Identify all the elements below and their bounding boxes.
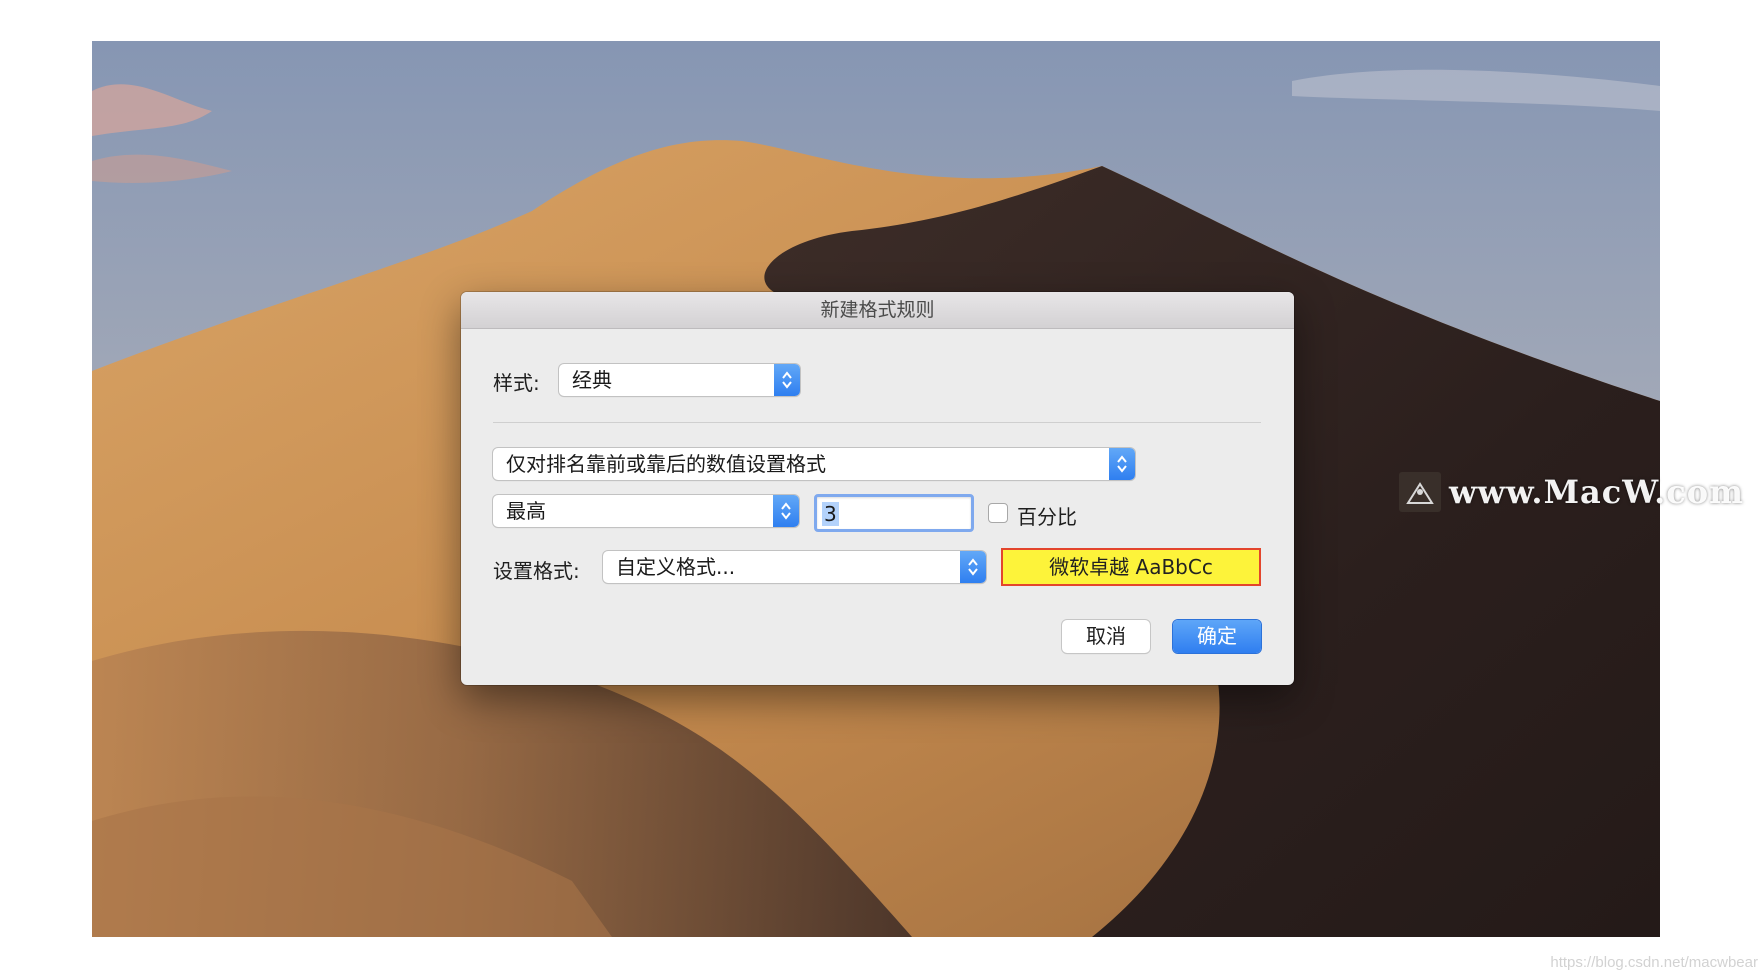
format-popup-value: 自定义格式... [616, 555, 736, 579]
rank-popup[interactable]: 最高 [493, 495, 799, 527]
new-format-rule-dialog: 新建格式规则 样式: 经典 仅对排名靠前或靠后的数值设置格式 最高 3 百分比 … [461, 292, 1294, 685]
percent-checkbox[interactable] [988, 503, 1008, 523]
watermark: www.MacW.com [1399, 470, 1744, 514]
style-popup[interactable]: 经典 [559, 364, 800, 396]
rank-count-value: 3 [822, 502, 839, 526]
rule-type-popup-value: 仅对排名靠前或靠后的数值设置格式 [506, 452, 826, 476]
rank-popup-value: 最高 [506, 499, 546, 523]
up-down-chevron-icon [1109, 448, 1135, 480]
cancel-button[interactable]: 取消 [1062, 620, 1150, 653]
up-down-chevron-icon [773, 495, 799, 527]
format-popup[interactable]: 自定义格式... [603, 551, 986, 583]
style-label: 样式: [493, 371, 540, 395]
up-down-chevron-icon [774, 364, 800, 396]
macw-logo-icon [1399, 472, 1441, 512]
style-popup-value: 经典 [572, 368, 612, 392]
format-preview: 微软卓越 AaBbCc [1001, 548, 1261, 586]
screen: www.MacW.com 新建格式规则 样式: 经典 仅对排名靠前或靠后的数值设… [0, 0, 1760, 978]
rule-type-popup[interactable]: 仅对排名靠前或靠后的数值设置格式 [493, 448, 1135, 480]
percent-label: 百分比 [1017, 505, 1077, 529]
format-label: 设置格式: [493, 559, 580, 583]
up-down-chevron-icon [960, 551, 986, 583]
source-url-watermark: https://blog.csdn.net/macwbear [1550, 954, 1758, 971]
rank-count-input[interactable]: 3 [814, 494, 974, 532]
dialog-title: 新建格式规则 [461, 292, 1294, 329]
ok-button[interactable]: 确定 [1173, 620, 1261, 653]
divider [493, 422, 1261, 423]
watermark-text: www.MacW.com [1449, 473, 1744, 511]
